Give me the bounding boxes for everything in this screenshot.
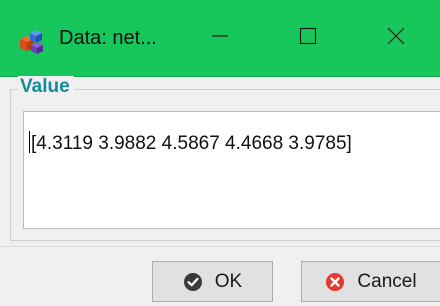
value-text-area[interactable]: [4.3119 3.9882 4.5867 4.4668 3.9785]	[23, 111, 440, 229]
maximize-button[interactable]	[264, 0, 352, 76]
title-bar[interactable]: Data: net...	[0, 0, 440, 77]
data-dialog-window: Data: net... Value [4.3119 3.9882 4.5867…	[0, 0, 440, 306]
ok-button-label: OK	[214, 270, 243, 292]
footer-divider	[0, 246, 440, 247]
cancel-button[interactable]: Cancel	[301, 261, 440, 302]
cancel-button-label: Cancel	[357, 270, 417, 292]
app-cubes-icon	[16, 27, 46, 55]
window-title: Data: net...	[59, 27, 157, 49]
value-text: [4.3119 3.9882 4.5867 4.4668 3.9785]	[31, 133, 352, 154]
minimize-icon	[211, 27, 229, 50]
x-circle-icon	[325, 272, 345, 292]
close-button[interactable]	[352, 0, 440, 76]
value-text-line: [4.3119 3.9882 4.5867 4.4668 3.9785]	[29, 131, 352, 155]
value-group-label: Value	[18, 76, 74, 98]
close-icon	[387, 27, 405, 50]
minimize-button[interactable]	[176, 0, 264, 76]
maximize-icon	[299, 27, 317, 50]
text-caret	[29, 131, 30, 153]
check-circle-icon	[183, 272, 203, 292]
ok-button[interactable]: OK	[152, 261, 273, 302]
